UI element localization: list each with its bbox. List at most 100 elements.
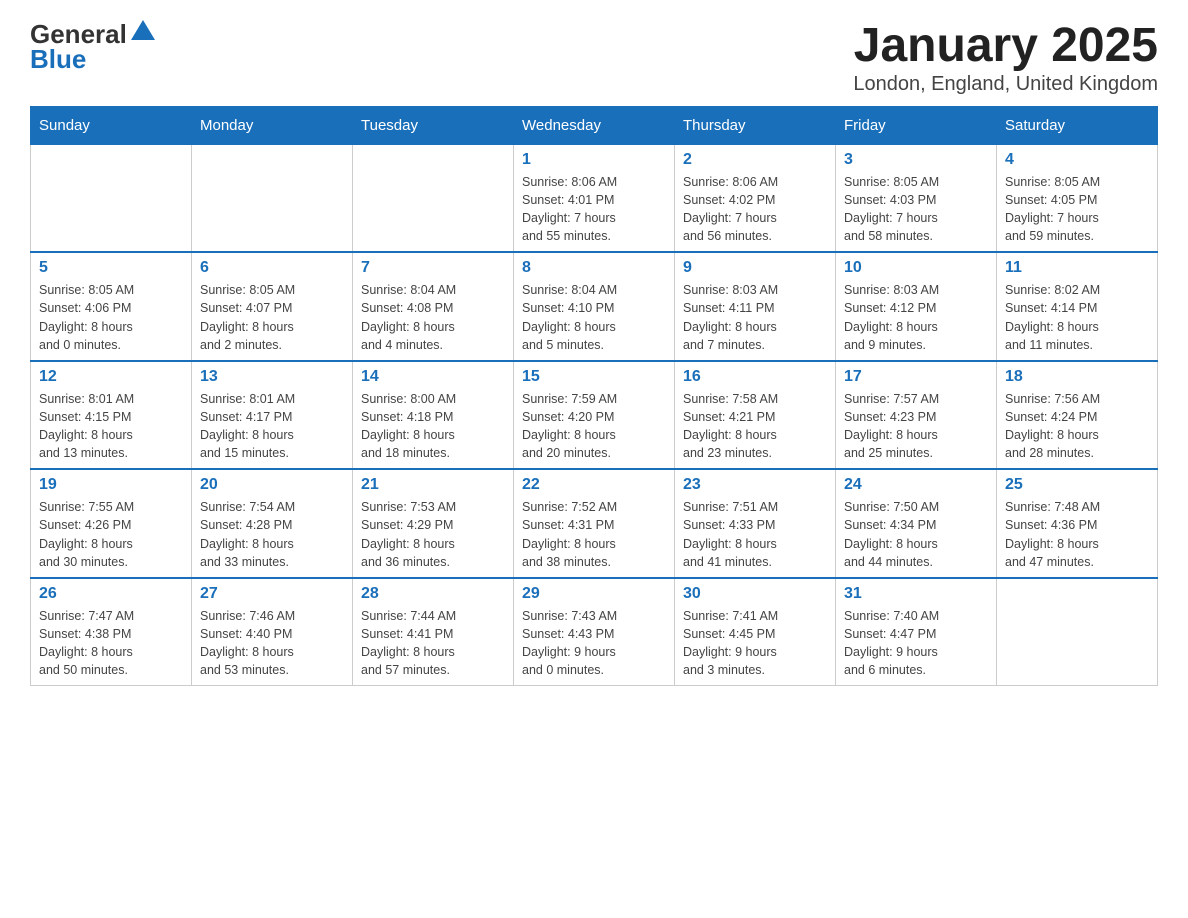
day-info: Sunrise: 7:50 AM Sunset: 4:34 PM Dayligh… (844, 498, 988, 571)
table-row: 29 Sunrise: 7:43 AM Sunset: 4:43 PM Dayli… (514, 578, 675, 686)
day-info: Sunrise: 7:47 AM Sunset: 4:38 PM Dayligh… (39, 607, 183, 680)
table-row: 12Sunrise: 8:01 AM Sunset: 4:15 PM Dayli… (31, 361, 192, 470)
table-row: 28 Sunrise: 7:44 AM Sunset: 4:41 PM Dayli… (353, 578, 514, 686)
day-number: 20 (200, 476, 344, 494)
day-number: 10 (844, 259, 988, 277)
day-info: Sunrise: 7:54 AM Sunset: 4:28 PM Dayligh… (200, 498, 344, 571)
day-number: 23 (683, 476, 827, 494)
table-row: 6Sunrise: 8:05 AM Sunset: 4:07 PM Daylig… (192, 252, 353, 361)
calendar-week-row: 26 Sunrise: 7:47 AM Sunset: 4:38 PM Dayli… (31, 578, 1158, 686)
table-row: 23 Sunrise: 7:51 AM Sunset: 4:33 PM Dayli… (675, 469, 836, 578)
calendar-table: Sunday Monday Tuesday Wednesday Thursday… (30, 106, 1158, 687)
day-info: Sunrise: 7:43 AM Sunset: 4:43 PM Dayligh… (522, 607, 666, 680)
day-number: 5 (39, 259, 183, 277)
table-row (353, 144, 514, 252)
day-info: Sunrise: 8:01 AM Sunset: 4:15 PM Dayligh… (39, 390, 183, 463)
day-number: 1 (522, 151, 666, 169)
day-info: Sunrise: 7:46 AM Sunset: 4:40 PM Dayligh… (200, 607, 344, 680)
header-sunday: Sunday (31, 106, 192, 144)
day-info: Sunrise: 8:06 AM Sunset: 4:01 PM Dayligh… (522, 173, 666, 246)
page-header: General Blue January 2025 London, Englan… (30, 20, 1158, 96)
header-tuesday: Tuesday (353, 106, 514, 144)
day-number: 26 (39, 585, 183, 603)
day-number: 25 (1005, 476, 1149, 494)
day-info: Sunrise: 8:05 AM Sunset: 4:05 PM Dayligh… (1005, 173, 1149, 246)
day-number: 7 (361, 259, 505, 277)
day-number: 28 (361, 585, 505, 603)
day-number: 16 (683, 368, 827, 386)
table-row: 31Sunrise: 7:40 AM Sunset: 4:47 PM Dayli… (836, 578, 997, 686)
table-row: 16 Sunrise: 7:58 AM Sunset: 4:21 PM Dayli… (675, 361, 836, 470)
day-info: Sunrise: 7:56 AM Sunset: 4:24 PM Dayligh… (1005, 390, 1149, 463)
calendar-week-row: 5 Sunrise: 8:05 AM Sunset: 4:06 PM Daylig… (31, 252, 1158, 361)
table-row (997, 578, 1158, 686)
day-number: 2 (683, 151, 827, 169)
day-info: Sunrise: 8:06 AM Sunset: 4:02 PM Dayligh… (683, 173, 827, 246)
header-thursday: Thursday (675, 106, 836, 144)
table-row: 17Sunrise: 7:57 AM Sunset: 4:23 PM Dayli… (836, 361, 997, 470)
day-info: Sunrise: 7:53 AM Sunset: 4:29 PM Dayligh… (361, 498, 505, 571)
day-info: Sunrise: 8:02 AM Sunset: 4:14 PM Dayligh… (1005, 281, 1149, 354)
logo-triangle-icon (129, 18, 157, 46)
page-title: January 2025 (853, 20, 1158, 73)
table-row: 3Sunrise: 8:05 AM Sunset: 4:03 PM Daylig… (836, 144, 997, 252)
day-info: Sunrise: 7:55 AM Sunset: 4:26 PM Dayligh… (39, 498, 183, 571)
day-number: 8 (522, 259, 666, 277)
calendar-week-row: 19 Sunrise: 7:55 AM Sunset: 4:26 PM Dayli… (31, 469, 1158, 578)
calendar-week-row: 1 Sunrise: 8:06 AM Sunset: 4:01 PM Daylig… (31, 144, 1158, 252)
header-friday: Friday (836, 106, 997, 144)
header-wednesday: Wednesday (514, 106, 675, 144)
day-info: Sunrise: 8:05 AM Sunset: 4:03 PM Dayligh… (844, 173, 988, 246)
table-row: 11 Sunrise: 8:02 AM Sunset: 4:14 PM Dayli… (997, 252, 1158, 361)
table-row: 5 Sunrise: 8:05 AM Sunset: 4:06 PM Daylig… (31, 252, 192, 361)
table-row: 26 Sunrise: 7:47 AM Sunset: 4:38 PM Dayli… (31, 578, 192, 686)
day-number: 13 (200, 368, 344, 386)
header-monday: Monday (192, 106, 353, 144)
table-row: 22Sunrise: 7:52 AM Sunset: 4:31 PM Dayli… (514, 469, 675, 578)
table-row: 7 Sunrise: 8:04 AM Sunset: 4:08 PM Daylig… (353, 252, 514, 361)
table-row: 1 Sunrise: 8:06 AM Sunset: 4:01 PM Daylig… (514, 144, 675, 252)
table-row: 25 Sunrise: 7:48 AM Sunset: 4:36 PM Dayli… (997, 469, 1158, 578)
day-number: 29 (522, 585, 666, 603)
day-info: Sunrise: 7:58 AM Sunset: 4:21 PM Dayligh… (683, 390, 827, 463)
day-number: 15 (522, 368, 666, 386)
table-row: 14 Sunrise: 8:00 AM Sunset: 4:18 PM Dayli… (353, 361, 514, 470)
day-number: 27 (200, 585, 344, 603)
table-row: 20 Sunrise: 7:54 AM Sunset: 4:28 PM Dayli… (192, 469, 353, 578)
title-block: January 2025 London, England, United Kin… (853, 20, 1158, 96)
day-info: Sunrise: 7:48 AM Sunset: 4:36 PM Dayligh… (1005, 498, 1149, 571)
day-number: 24 (844, 476, 988, 494)
header-saturday: Saturday (997, 106, 1158, 144)
table-row (31, 144, 192, 252)
day-info: Sunrise: 8:00 AM Sunset: 4:18 PM Dayligh… (361, 390, 505, 463)
table-row (192, 144, 353, 252)
table-row: 24 Sunrise: 7:50 AM Sunset: 4:34 PM Dayli… (836, 469, 997, 578)
day-number: 18 (1005, 368, 1149, 386)
day-info: Sunrise: 7:51 AM Sunset: 4:33 PM Dayligh… (683, 498, 827, 571)
day-number: 14 (361, 368, 505, 386)
day-number: 9 (683, 259, 827, 277)
day-info: Sunrise: 8:04 AM Sunset: 4:08 PM Dayligh… (361, 281, 505, 354)
table-row: 4 Sunrise: 8:05 AM Sunset: 4:05 PM Daylig… (997, 144, 1158, 252)
day-info: Sunrise: 8:05 AM Sunset: 4:06 PM Dayligh… (39, 281, 183, 354)
day-number: 11 (1005, 259, 1149, 277)
calendar-week-row: 12Sunrise: 8:01 AM Sunset: 4:15 PM Dayli… (31, 361, 1158, 470)
day-info: Sunrise: 8:01 AM Sunset: 4:17 PM Dayligh… (200, 390, 344, 463)
day-info: Sunrise: 7:44 AM Sunset: 4:41 PM Dayligh… (361, 607, 505, 680)
day-number: 30 (683, 585, 827, 603)
day-number: 17 (844, 368, 988, 386)
table-row: 21Sunrise: 7:53 AM Sunset: 4:29 PM Dayli… (353, 469, 514, 578)
day-info: Sunrise: 7:52 AM Sunset: 4:31 PM Dayligh… (522, 498, 666, 571)
day-info: Sunrise: 7:40 AM Sunset: 4:47 PM Dayligh… (844, 607, 988, 680)
logo-blue: Blue (30, 45, 86, 74)
day-number: 4 (1005, 151, 1149, 169)
day-info: Sunrise: 8:03 AM Sunset: 4:12 PM Dayligh… (844, 281, 988, 354)
table-row: 2 Sunrise: 8:06 AM Sunset: 4:02 PM Daylig… (675, 144, 836, 252)
day-number: 19 (39, 476, 183, 494)
day-info: Sunrise: 8:05 AM Sunset: 4:07 PM Dayligh… (200, 281, 344, 354)
table-row: 13 Sunrise: 8:01 AM Sunset: 4:17 PM Dayli… (192, 361, 353, 470)
table-row: 8Sunrise: 8:04 AM Sunset: 4:10 PM Daylig… (514, 252, 675, 361)
table-row: 9 Sunrise: 8:03 AM Sunset: 4:11 PM Daylig… (675, 252, 836, 361)
table-row: 18 Sunrise: 7:56 AM Sunset: 4:24 PM Dayli… (997, 361, 1158, 470)
day-info: Sunrise: 8:03 AM Sunset: 4:11 PM Dayligh… (683, 281, 827, 354)
